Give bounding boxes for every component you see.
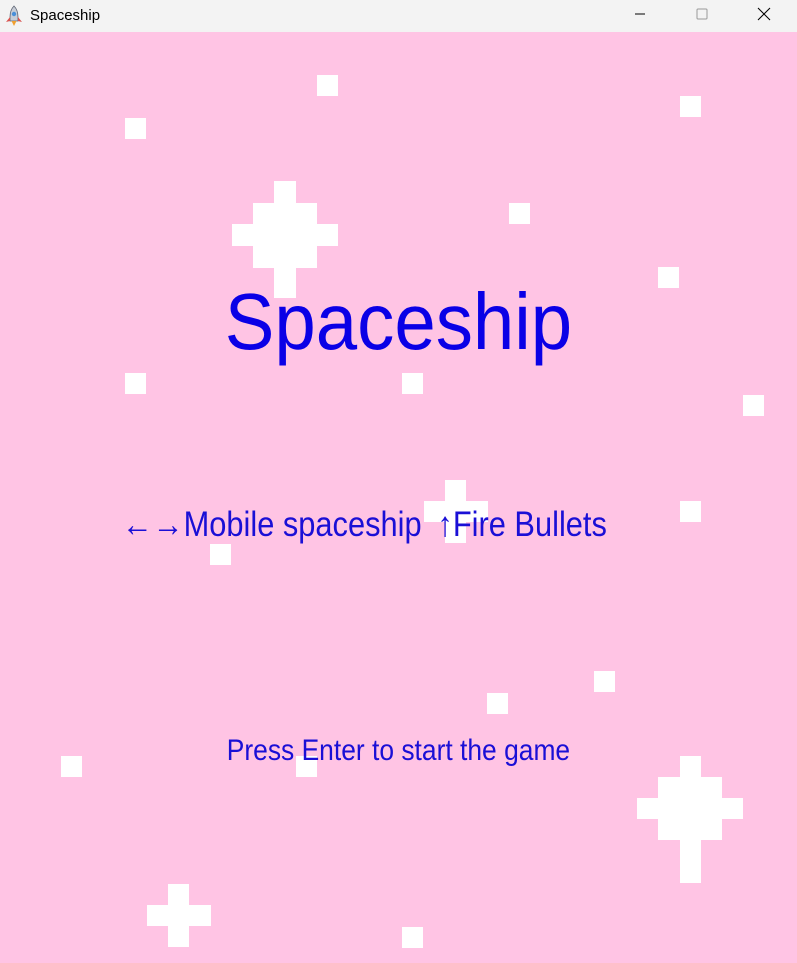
start-prompt: Press Enter to start the game	[226, 734, 571, 767]
fire-arrow: ↑	[437, 505, 453, 544]
rocket-app-icon	[3, 5, 25, 27]
fire-label: Fire Bullets	[452, 505, 607, 544]
star	[743, 395, 764, 416]
maximize-button[interactable]	[671, 0, 733, 32]
star	[402, 927, 423, 948]
star	[210, 544, 231, 565]
game-title: Spaceship	[224, 277, 573, 366]
title-bar[interactable]: Spaceship	[0, 0, 797, 32]
star	[317, 75, 338, 96]
star	[125, 373, 146, 394]
star	[680, 501, 701, 522]
star	[487, 693, 508, 714]
game-window: Spaceship Spaceship ←→Mobile spaceship ↑…	[0, 0, 797, 963]
minimize-icon	[634, 7, 646, 25]
minimize-button[interactable]	[609, 0, 671, 32]
maximize-icon	[696, 7, 708, 25]
star	[680, 96, 701, 117]
game-canvas[interactable]: Spaceship ←→Mobile spaceship ↑Fire Bullet…	[0, 32, 797, 963]
star	[402, 373, 423, 394]
close-button[interactable]	[733, 0, 795, 32]
star	[509, 203, 530, 224]
close-icon	[757, 7, 771, 26]
star	[125, 118, 146, 139]
window-title: Spaceship	[30, 7, 101, 24]
controls-instructions: ←→Mobile spaceship ↑Fire Bullets	[122, 505, 607, 545]
move-arrows: ←→	[122, 505, 184, 544]
move-label: Mobile spaceship	[183, 505, 422, 544]
star	[594, 671, 615, 692]
